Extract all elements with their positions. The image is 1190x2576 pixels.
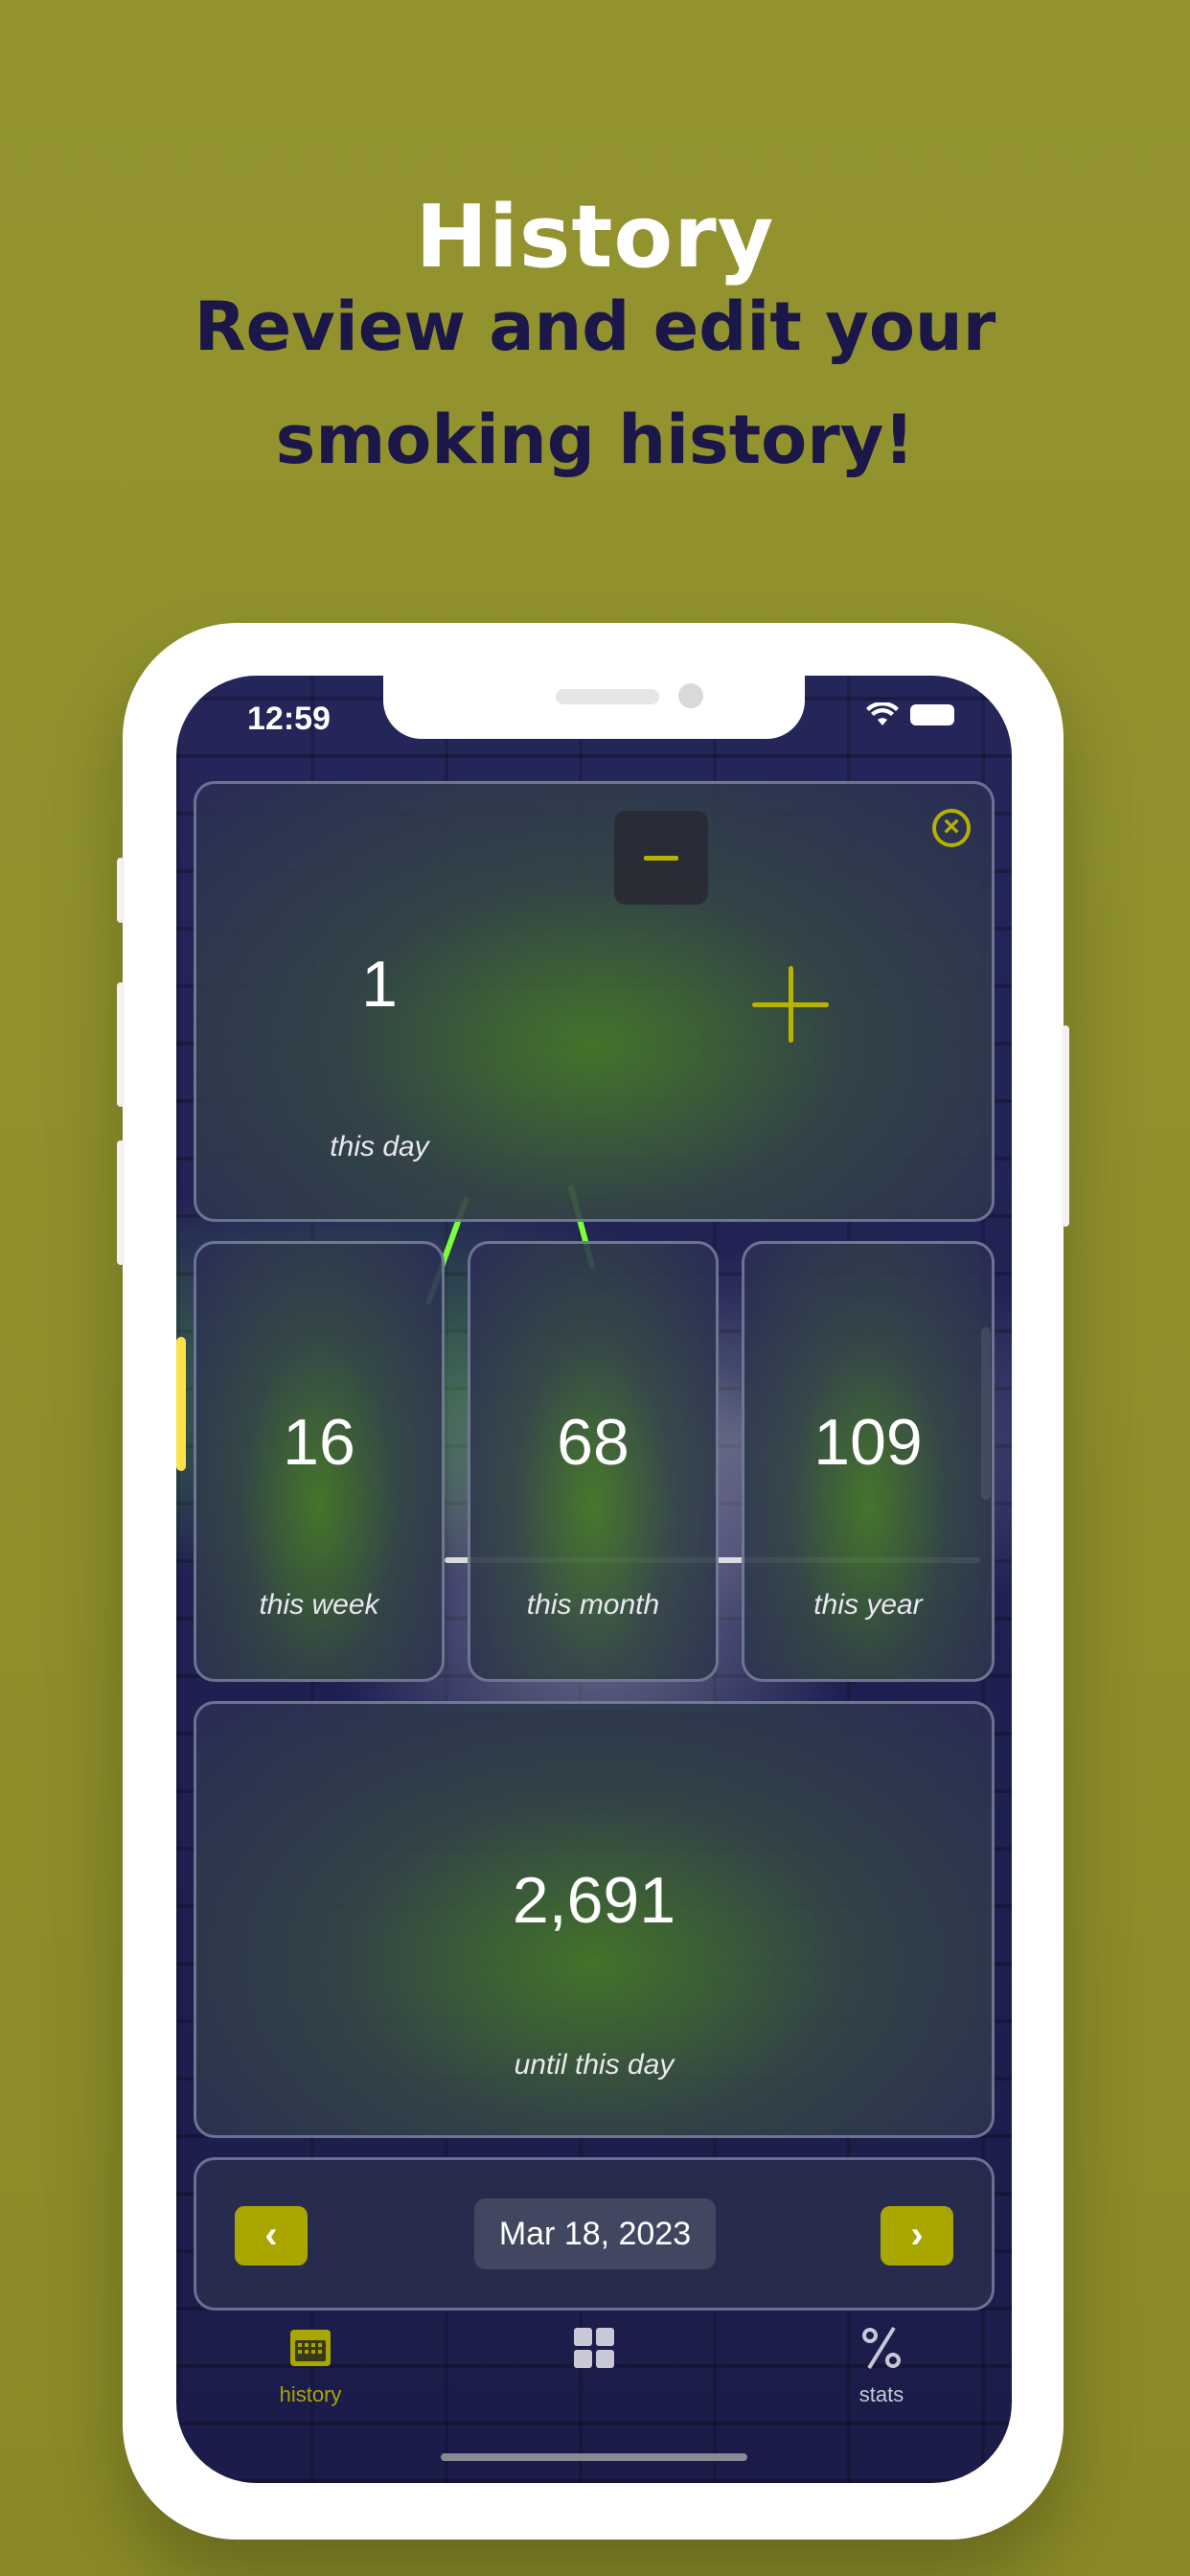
power-button [1062,1025,1069,1227]
app-screen: 12:59 × 1 this day 16 this week 68 this … [176,676,1012,2483]
speaker-grille [556,689,659,704]
total-count-value: 2,691 [512,1864,676,1937]
wifi-icon [866,702,899,725]
day-count-value: 1 [361,948,398,1021]
previous-day-button[interactable]: ‹ [235,2206,308,2266]
date-navigator: ‹ Mar 18, 2023 › [194,2157,995,2311]
front-camera [678,683,703,708]
promo-subtitle-line2: smoking history! [275,401,915,479]
increment-button[interactable] [752,966,829,1043]
volume-up-button [117,982,125,1107]
tab-history-label: history [279,2382,342,2406]
battery-icon [910,704,954,725]
tab-history[interactable]: history [215,2324,406,2407]
promo-subtitle-line1: Review and edit your [194,288,996,366]
total-counter-card: 2,691 until this day [194,1701,995,2138]
day-counter-card: × 1 this day [194,781,995,1222]
year-count-label: this year [813,1589,923,1621]
calendar-icon [290,2330,331,2366]
year-count-value: 109 [813,1406,923,1479]
status-time: 12:59 [247,701,331,737]
month-count-value: 68 [557,1406,629,1479]
date-picker[interactable]: Mar 18, 2023 [474,2198,716,2269]
phone-frame: 12:59 × 1 this day 16 this week 68 this … [117,623,1069,2540]
week-count-value: 16 [283,1406,355,1479]
mute-switch [117,858,125,923]
home-indicator [441,2453,747,2461]
phone-notch [383,676,805,739]
close-icon[interactable]: × [932,809,971,847]
percent-icon [862,2326,901,2370]
grid-icon [574,2328,614,2368]
volume-down-button [117,1140,125,1265]
week-count-label: this week [259,1589,379,1621]
status-icons [866,702,954,727]
week-counter-card: 16 this week [194,1241,445,1682]
tab-bar: history stats [176,2324,1012,2439]
promo-title: History [415,187,775,288]
decrement-button[interactable] [614,811,708,905]
total-count-label: until this day [514,2049,675,2081]
tab-stats[interactable]: stats [786,2324,977,2407]
month-counter-card: 68 this month [468,1241,719,1682]
minus-icon [644,855,678,861]
month-count-label: this month [526,1589,660,1621]
tab-stats-label: stats [858,2382,904,2406]
year-counter-card: 109 this year [742,1241,995,1682]
tab-dashboard[interactable] [498,2324,690,2377]
day-count-label: this day [330,1131,429,1162]
next-day-button[interactable]: › [881,2206,953,2266]
